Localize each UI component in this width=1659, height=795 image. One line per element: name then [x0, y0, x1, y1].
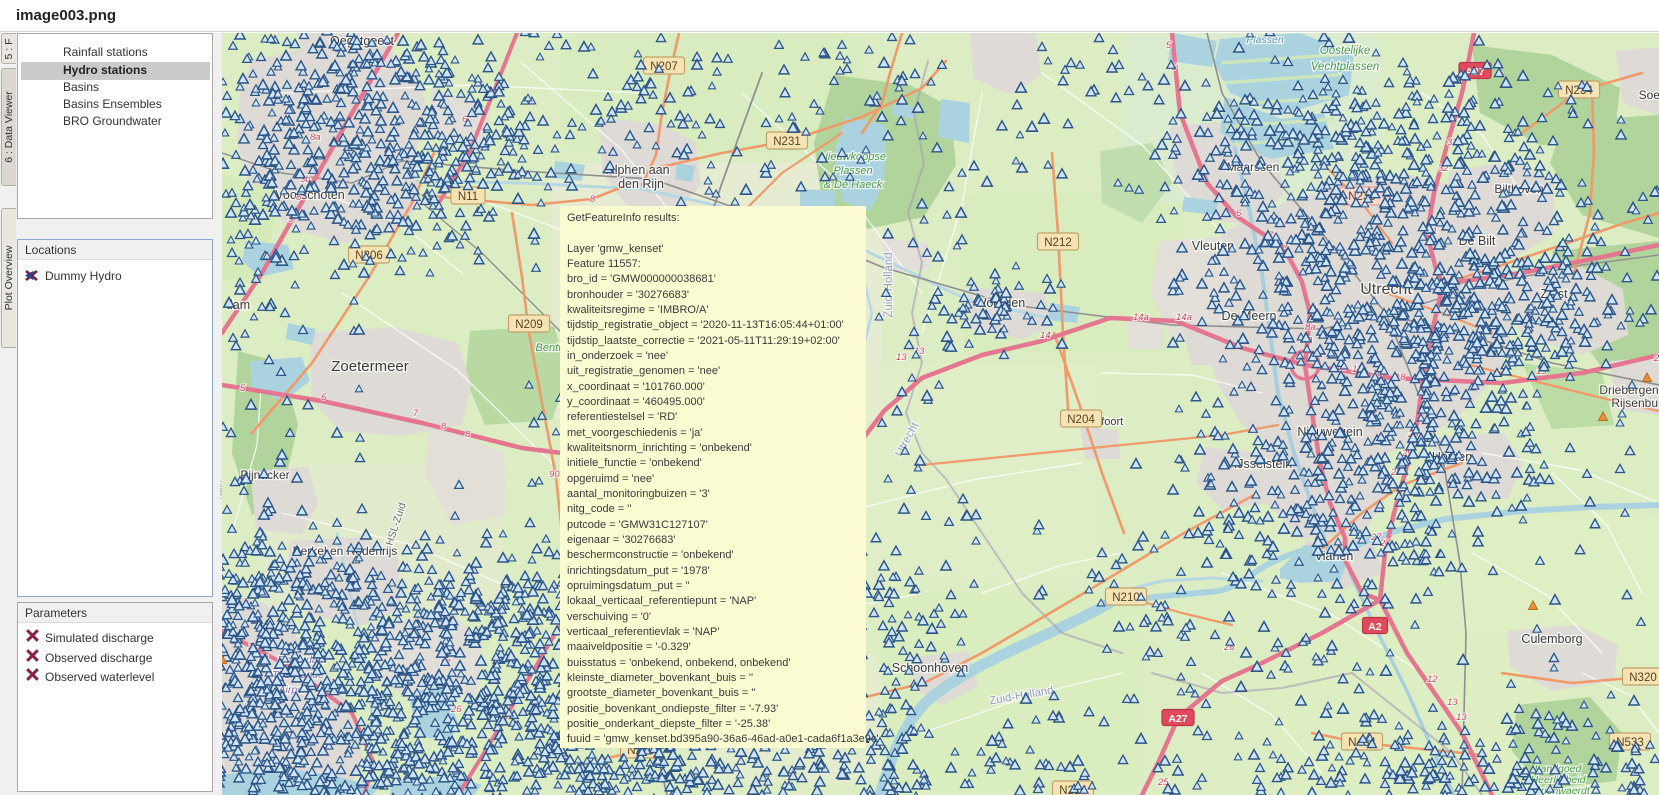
- svg-text:6: 6: [1236, 208, 1242, 219]
- svg-text:7: 7: [413, 408, 419, 419]
- svg-text:12: 12: [1427, 674, 1438, 685]
- svg-text:N210: N210: [1112, 592, 1140, 604]
- svg-text:5: 5: [240, 383, 246, 394]
- svg-text:Plassen: Plassen: [833, 165, 872, 177]
- svg-text:14: 14: [1040, 330, 1051, 341]
- svg-text:N209: N209: [515, 319, 543, 331]
- svg-text:N212: N212: [1044, 237, 1072, 249]
- svg-text:20: 20: [1653, 353, 1659, 364]
- svg-text:8: 8: [441, 421, 447, 432]
- svg-text:De Meern: De Meern: [1222, 309, 1277, 323]
- svg-text:13: 13: [1456, 712, 1467, 723]
- svg-text:8a: 8a: [310, 132, 321, 143]
- svg-text:8: 8: [465, 429, 471, 440]
- svg-text:Rijsenburg: Rijsenburg: [1611, 396, 1659, 410]
- svg-text:& De Haeck: & De Haeck: [824, 179, 883, 191]
- svg-text:Culemborg: Culemborg: [1521, 632, 1582, 646]
- svg-text:Vleuten: Vleuten: [1192, 239, 1234, 253]
- svg-text:Soest: Soest: [1639, 88, 1659, 102]
- svg-text:N231: N231: [773, 136, 801, 148]
- svg-text:Zoetermeer: Zoetermeer: [331, 358, 409, 375]
- svg-text:8: 8: [590, 194, 596, 205]
- svg-text:90: 90: [549, 469, 560, 480]
- svg-text:8a: 8a: [1305, 322, 1316, 333]
- svg-text:Vechtplassen: Vechtplassen: [1311, 61, 1380, 73]
- svg-text:6: 6: [321, 392, 327, 403]
- svg-text:A2: A2: [1368, 621, 1382, 633]
- svg-text:14a: 14a: [1176, 312, 1192, 323]
- svg-text:Alphen aan: Alphen aan: [606, 163, 669, 177]
- svg-text:13: 13: [896, 352, 907, 363]
- svg-text:N11: N11: [458, 191, 478, 203]
- svg-text:Schoonhoven: Schoonhoven: [892, 661, 969, 675]
- svg-text:5: 5: [1166, 40, 1172, 51]
- svg-text:14a: 14a: [1133, 312, 1149, 323]
- svg-text:Nieuwkoopse: Nieuwkoopse: [820, 151, 886, 163]
- svg-text:den Rijn: den Rijn: [618, 177, 664, 191]
- svg-text:N204: N204: [1067, 414, 1095, 426]
- svg-text:N320: N320: [1629, 672, 1657, 684]
- svg-text:N207: N207: [650, 61, 678, 73]
- svg-text:A27: A27: [1168, 713, 1187, 725]
- svg-text:13: 13: [1447, 697, 1458, 708]
- svg-text:Zuid-Holland: Zuid-Holland: [883, 252, 895, 317]
